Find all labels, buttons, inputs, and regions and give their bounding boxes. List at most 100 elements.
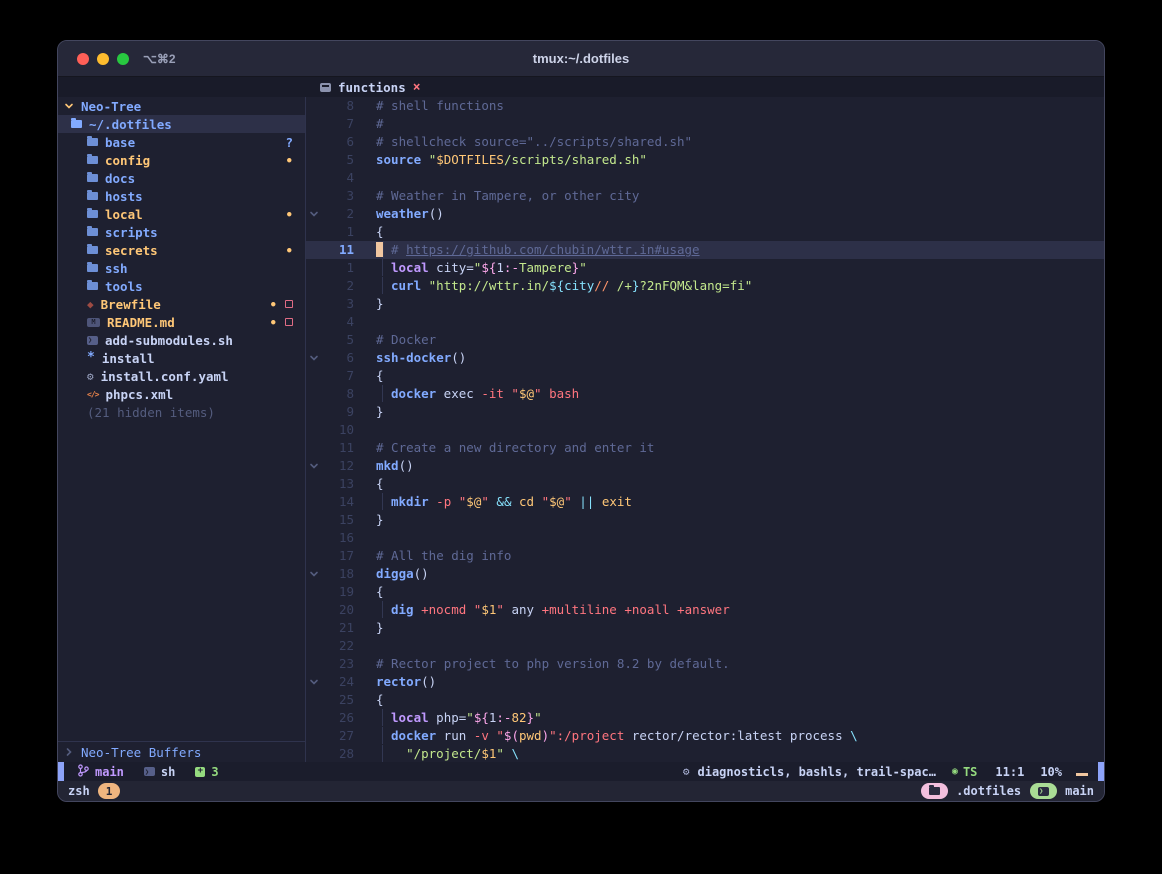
- fold-column: [306, 115, 322, 133]
- code-line[interactable]: 5source "$DOTFILES/scripts/shared.sh": [306, 151, 1104, 169]
- tree-item-base[interactable]: base?: [58, 133, 305, 151]
- fold-chevron-icon[interactable]: [306, 673, 322, 691]
- code-line[interactable]: 7#: [306, 115, 1104, 133]
- statusline: main ❯ sh + 3 ⚙ diagnosticls, bashls, tr…: [58, 762, 1104, 781]
- code-line[interactable]: 3}: [306, 295, 1104, 313]
- code-line[interactable]: 15}: [306, 511, 1104, 529]
- folder-icon: [87, 246, 98, 254]
- fold-column: [306, 709, 322, 727]
- tree-item-local[interactable]: local•: [58, 205, 305, 223]
- code-line[interactable]: 20dig +nocmd "$1" any +multiline +noall …: [306, 601, 1104, 619]
- fold-chevron-icon[interactable]: [306, 565, 322, 583]
- code-line-current[interactable]: 11# https://github.com/chubin/wttr.in#us…: [306, 241, 1104, 259]
- code-line[interactable]: 3# Weather in Tampere, or other city: [306, 187, 1104, 205]
- code-line[interactable]: 27docker run -v "$(pwd)":/project rector…: [306, 727, 1104, 745]
- fold-column: [306, 691, 322, 709]
- indent-guide: [382, 277, 391, 294]
- code-line[interactable]: 2weather(): [306, 205, 1104, 223]
- code-line[interactable]: 4: [306, 313, 1104, 331]
- line-text: # Create a new directory and enter it: [354, 439, 1104, 457]
- line-number: 10: [322, 421, 354, 439]
- code-line[interactable]: 17# All the dig info: [306, 547, 1104, 565]
- code-line[interactable]: 8# shell functions: [306, 97, 1104, 115]
- code-line[interactable]: 9}: [306, 403, 1104, 421]
- code-line[interactable]: 28 "/project/$1" \: [306, 745, 1104, 762]
- code-line[interactable]: 10: [306, 421, 1104, 439]
- buffer-icon: [320, 83, 331, 92]
- code-line[interactable]: 1{: [306, 223, 1104, 241]
- code-line[interactable]: 7{: [306, 367, 1104, 385]
- git-branch-icon: [78, 764, 89, 780]
- git-status-badges: •: [285, 207, 293, 222]
- line-number: 12: [322, 457, 354, 475]
- code-line[interactable]: 22: [306, 637, 1104, 655]
- fold-column: [306, 187, 322, 205]
- tree-item-ssh[interactable]: ssh: [58, 259, 305, 277]
- code-line[interactable]: 6ssh-docker(): [306, 349, 1104, 367]
- tree-item-brewfile[interactable]: ◆Brewfile•: [58, 295, 305, 313]
- tree-item-install-conf-yaml[interactable]: ⚙install.conf.yaml: [58, 367, 305, 385]
- tree-item-docs[interactable]: docs: [58, 169, 305, 187]
- tree-item-phpcs-xml[interactable]: </>phpcs.xml: [58, 385, 305, 403]
- line-number: 15: [322, 511, 354, 529]
- code-line[interactable]: 23# Rector project to php version 8.2 by…: [306, 655, 1104, 673]
- tree-item-scripts[interactable]: scripts: [58, 223, 305, 241]
- tmux-window-index-badge[interactable]: 1: [98, 783, 121, 799]
- tree-item-label: secrets: [105, 243, 158, 258]
- neo-tree-header[interactable]: Neo-Tree: [58, 97, 305, 115]
- line-text: # Weather in Tampere, or other city: [354, 187, 1104, 205]
- tab-functions[interactable]: functions ×: [320, 80, 421, 95]
- indent-guide: [382, 709, 391, 726]
- code-line[interactable]: 16: [306, 529, 1104, 547]
- window-titlebar[interactable]: ⌥⌘2 tmux:~/.dotfiles: [58, 41, 1104, 77]
- tree-item-secrets[interactable]: secrets•: [58, 241, 305, 259]
- code-line[interactable]: 2curl "http://wttr.in/${city// /+}?2nFQM…: [306, 277, 1104, 295]
- line-text: }: [354, 619, 1104, 637]
- fold-chevron-icon[interactable]: [306, 457, 322, 475]
- code-line[interactable]: 21}: [306, 619, 1104, 637]
- code-line[interactable]: 14mkdir -p "$@" && cd "$@" || exit: [306, 493, 1104, 511]
- code-line[interactable]: 25{: [306, 691, 1104, 709]
- tree-item-tools[interactable]: tools: [58, 277, 305, 295]
- code-line[interactable]: 13{: [306, 475, 1104, 493]
- code-line[interactable]: 8docker exec -it "$@" bash: [306, 385, 1104, 403]
- code-line[interactable]: 19{: [306, 583, 1104, 601]
- code-line[interactable]: 5# Docker: [306, 331, 1104, 349]
- tree-root-dotfiles[interactable]: ~/.dotfiles: [58, 115, 305, 133]
- git-branch-segment: main: [78, 764, 124, 780]
- search-progress-marker: [1076, 773, 1088, 776]
- line-text: # https://github.com/chubin/wttr.in#usag…: [354, 241, 1104, 259]
- folder-icon: [87, 156, 98, 164]
- folder-icon: [87, 138, 98, 146]
- code-line[interactable]: 26local php="${1:-82}": [306, 709, 1104, 727]
- code-line[interactable]: 24rector(): [306, 673, 1104, 691]
- code-line[interactable]: 1local city="${1:-Tampere}": [306, 259, 1104, 277]
- line-number: 24: [322, 673, 354, 691]
- chevron-down-icon: [64, 101, 74, 111]
- line-number: 18: [322, 565, 354, 583]
- tree-item-label: tools: [105, 279, 143, 294]
- tree-item-readme-md[interactable]: MREADME.md•: [58, 313, 305, 331]
- folder-icon: [87, 210, 98, 218]
- code-line[interactable]: 11# Create a new directory and enter it: [306, 439, 1104, 457]
- fold-chevron-icon[interactable]: [306, 349, 322, 367]
- tree-item-install[interactable]: *install: [58, 349, 305, 367]
- terminal-icon: ❯: [1038, 787, 1049, 796]
- line-text: mkd(): [354, 457, 1104, 475]
- tab-close-icon[interactable]: ×: [413, 81, 421, 94]
- tree-item-add-submodules-sh[interactable]: ❯add-submodules.sh: [58, 331, 305, 349]
- code-line[interactable]: 18digga(): [306, 565, 1104, 583]
- code-line[interactable]: 12mkd(): [306, 457, 1104, 475]
- code-line[interactable]: 4: [306, 169, 1104, 187]
- tree-item-hosts[interactable]: hosts: [58, 187, 305, 205]
- tmux-session-dir: .dotfiles: [956, 784, 1021, 798]
- tree-item-config[interactable]: config•: [58, 151, 305, 169]
- neo-tree-buffers-section[interactable]: Neo-Tree Buffers: [58, 741, 305, 762]
- filetype-segment: ❯ sh: [144, 765, 175, 779]
- line-text: dig +nocmd "$1" any +multiline +noall +a…: [354, 601, 1104, 619]
- fold-chevron-icon[interactable]: [306, 205, 322, 223]
- code-line[interactable]: 6# shellcheck source="../scripts/shared.…: [306, 133, 1104, 151]
- line-number: 3: [322, 295, 354, 313]
- code-editor[interactable]: 8# shell functions7#6# shellcheck source…: [306, 97, 1104, 762]
- tmux-window-name[interactable]: zsh: [68, 784, 90, 798]
